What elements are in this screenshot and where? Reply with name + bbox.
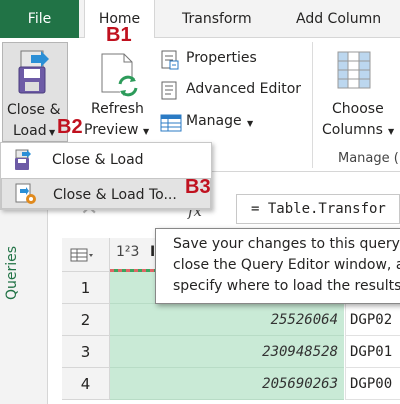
id-cell[interactable]: 205690263 xyxy=(110,368,344,400)
tooltip-line: close the Query Editor window, a xyxy=(173,257,400,273)
ribbon-tab-bar: File Home Transform Add Column xyxy=(0,0,400,39)
tooltip-line: specify where to load the results. xyxy=(173,278,400,294)
menu-item-label: Close & Load xyxy=(52,152,144,168)
code-cell[interactable]: DGP01 xyxy=(345,336,400,368)
callout-b1: B1 xyxy=(106,24,132,46)
chevron-down-icon: ▼ xyxy=(49,128,56,137)
advanced-editor-button[interactable]: Advanced Editor xyxy=(158,79,308,103)
tooltip: Save your changes to this query, close t… xyxy=(155,228,400,304)
close-and-load-label-2: Load xyxy=(13,123,47,139)
tooltip-line: Save your changes to this query, xyxy=(173,236,400,252)
refresh-label-1: Refresh xyxy=(91,101,144,117)
group-divider xyxy=(312,42,313,168)
code-cell[interactable]: DGP00 xyxy=(345,368,400,400)
menu-item-close-and-load-to[interactable]: Close & Load To... xyxy=(1,178,211,209)
properties-button[interactable]: Properties xyxy=(158,48,308,72)
properties-icon xyxy=(160,50,180,74)
queries-pane-label: Queries xyxy=(4,245,20,300)
tab-file[interactable]: File xyxy=(0,0,79,38)
id-cell[interactable]: 25526064 xyxy=(110,304,344,336)
tab-transform[interactable]: Transform xyxy=(182,0,252,38)
chevron-down-icon: ▼ xyxy=(247,119,254,128)
row-number: 1 xyxy=(62,272,110,304)
choose-columns-label-1: Choose xyxy=(332,101,384,117)
code-cell[interactable]: DGP02 xyxy=(345,304,400,336)
advanced-editor-icon xyxy=(160,81,180,105)
row-number: 4 xyxy=(62,368,110,400)
refresh-label-2: Preview xyxy=(84,122,139,138)
manage-button[interactable]: Manage ▼ xyxy=(158,111,268,135)
manage-columns-group-label: Manage ( xyxy=(338,151,399,166)
close-and-load-icon xyxy=(13,149,35,175)
close-and-load-label-1: Close & xyxy=(7,102,61,118)
menu-item-label: Close & Load To... xyxy=(53,187,177,203)
choose-columns-button[interactable]: Choose Columns ▼ xyxy=(318,46,400,146)
choose-columns-icon xyxy=(336,50,376,96)
tab-add-column[interactable]: Add Column xyxy=(296,0,381,38)
chevron-down-icon: ▼ xyxy=(143,127,150,136)
formula-input[interactable]: = Table.Transfor xyxy=(236,194,400,224)
table-icon xyxy=(70,247,94,266)
choose-columns-label-2: Columns xyxy=(322,122,383,138)
properties-label: Properties xyxy=(186,50,257,66)
menu-item-close-and-load[interactable]: Close & Load xyxy=(1,144,211,176)
close-and-load-to-icon xyxy=(14,183,38,209)
close-and-load-icon xyxy=(15,49,55,99)
callout-b2: B2 xyxy=(57,116,83,138)
id-cell[interactable]: 230948528 xyxy=(110,336,344,368)
advanced-editor-label: Advanced Editor xyxy=(186,81,302,97)
refresh-icon xyxy=(98,52,142,102)
manage-icon xyxy=(160,113,182,137)
row-number: 3 xyxy=(62,336,110,368)
callout-b3: B3 xyxy=(185,176,211,198)
row-number: 2 xyxy=(62,304,110,336)
chevron-down-icon: ▼ xyxy=(388,127,395,136)
close-and-load-menu: Close & Load Close & Load To... xyxy=(0,142,212,210)
table-menu-button[interactable] xyxy=(62,238,110,272)
type-number-icon[interactable]: 1²3 xyxy=(116,244,139,260)
manage-label: Manage xyxy=(186,113,242,129)
refresh-preview-button[interactable]: Refresh Preview ▼ xyxy=(82,46,154,146)
